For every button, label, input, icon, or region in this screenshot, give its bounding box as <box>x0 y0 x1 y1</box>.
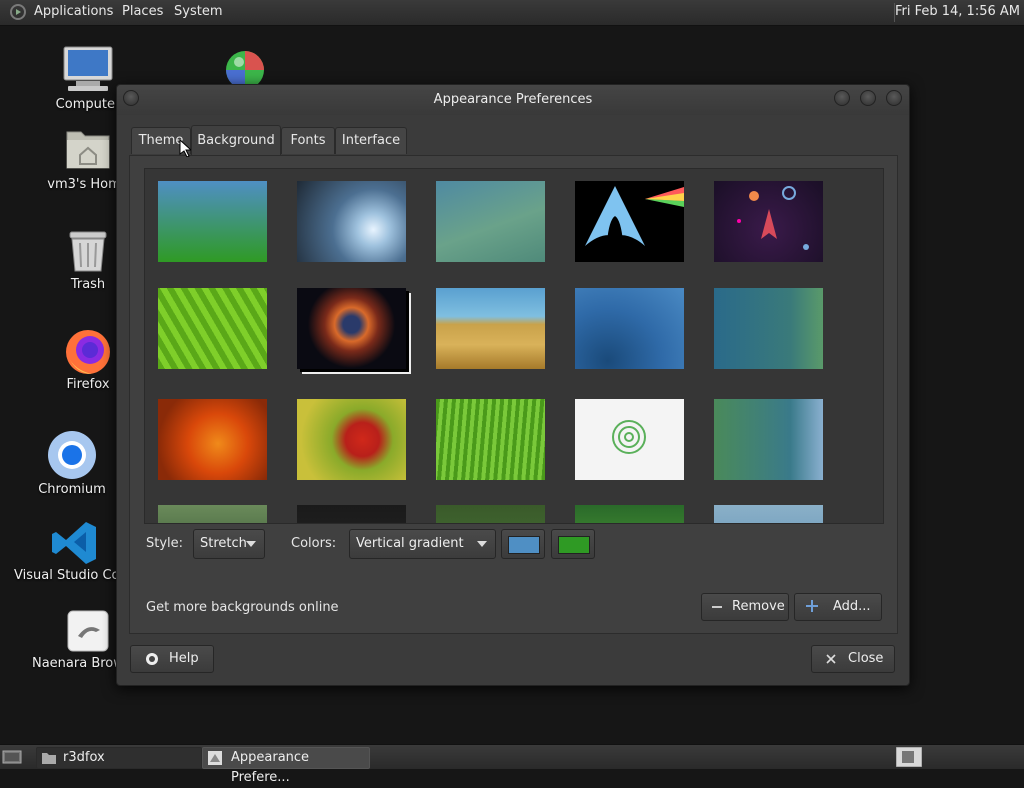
system-menu[interactable]: System <box>174 4 222 19</box>
wallpaper-thumbnail[interactable] <box>575 505 684 523</box>
help-button[interactable]: Help <box>130 645 214 673</box>
wallpaper-thumbnail[interactable] <box>575 399 684 480</box>
applications-menu[interactable]: Applications <box>34 4 113 19</box>
wallpaper-grid[interactable] <box>144 168 884 524</box>
wallpaper-thumbnail[interactable] <box>714 399 823 480</box>
wallpaper-scrollbar[interactable] <box>883 169 884 521</box>
show-desktop-icon[interactable] <box>2 749 22 765</box>
color-2-swatch <box>558 536 590 554</box>
remove-icon <box>712 606 722 608</box>
wallpaper-thumbnail[interactable] <box>714 288 823 369</box>
wallpaper-thumbnail[interactable] <box>436 181 545 262</box>
task-label: Appearance Prefere... <box>231 750 310 785</box>
tab-fonts[interactable]: Fonts <box>281 127 335 154</box>
add-icon-bar <box>806 605 818 607</box>
wallpaper-thumbnail-selected[interactable] <box>297 288 406 369</box>
chevron-down-icon <box>477 541 487 547</box>
arch-logo-icon <box>585 186 684 246</box>
style-dropdown[interactable]: Stretch <box>193 529 265 559</box>
space-scene-icon <box>737 186 809 250</box>
wallpaper-thumbnail[interactable] <box>158 181 267 262</box>
window-title: Appearance Preferences <box>433 92 593 107</box>
close-label: Close <box>848 651 884 666</box>
task-label: r3dfox <box>63 750 105 765</box>
tab-label: Theme <box>138 133 184 148</box>
ball-icon[interactable] <box>225 50 265 84</box>
scroll-up-icon <box>883 171 884 181</box>
more-backgrounds-link[interactable]: Get more backgrounds online <box>146 600 339 615</box>
top-panel: Applications Places System Fri Feb 14, 1… <box>0 0 1024 26</box>
add-button[interactable]: Add... <box>794 593 882 621</box>
help-label: Help <box>169 651 199 666</box>
bottom-panel: r3dfox Appearance Prefere... <box>0 744 1024 785</box>
style-value: Stretch <box>200 536 247 551</box>
style-label: Style: <box>146 536 184 551</box>
wallpaper-thumbnail[interactable] <box>436 288 545 369</box>
wallpaper-thumbnail[interactable] <box>158 399 267 480</box>
window-titlebar[interactable]: Appearance Preferences <box>117 85 909 115</box>
taskbar-item-appearance[interactable]: Appearance Prefere... <box>202 747 370 785</box>
spiral-logo-icon <box>612 420 646 454</box>
color-1-button[interactable] <box>501 529 545 559</box>
tab-background[interactable]: Background <box>191 125 281 156</box>
wallpaper-thumbnail[interactable] <box>714 181 823 262</box>
wallpaper-thumbnail[interactable] <box>297 505 406 523</box>
colors-dropdown[interactable]: Vertical gradient <box>349 529 496 559</box>
minimize-button[interactable] <box>834 90 850 106</box>
colors-label: Colors: <box>291 536 337 551</box>
distro-logo-icon[interactable] <box>10 4 26 20</box>
maximize-button[interactable] <box>860 90 876 106</box>
wallpaper-thumbnail[interactable] <box>436 505 545 523</box>
taskbar-item-r3dfox[interactable]: r3dfox <box>36 747 202 769</box>
colors-value: Vertical gradient <box>356 536 464 551</box>
close-window-button[interactable] <box>886 90 902 106</box>
add-label: Add... <box>833 599 871 614</box>
chevron-down-icon <box>246 541 256 547</box>
tab-label: Interface <box>341 133 401 148</box>
mouse-cursor-icon <box>179 139 191 157</box>
background-tab-panel: Style: Stretch Colors: Vertical gradient… <box>129 155 898 634</box>
appearance-icon <box>208 751 222 765</box>
clock[interactable]: Fri Feb 14, 1:56 AM <box>895 4 1020 19</box>
color-2-button[interactable] <box>551 529 595 559</box>
remove-button[interactable]: Remove <box>701 593 789 621</box>
wallpaper-thumbnail[interactable] <box>297 181 406 262</box>
scroll-down-icon <box>883 509 884 519</box>
workspace-switcher-icon[interactable] <box>896 747 922 767</box>
appearance-preferences-window: Appearance Preferences Theme Background … <box>116 84 910 686</box>
desktop-icon-chromium[interactable]: Chromium <box>12 430 132 498</box>
places-menu[interactable]: Places <box>122 4 163 19</box>
wallpaper-thumbnail[interactable] <box>436 399 545 480</box>
wallpaper-thumbnail[interactable] <box>714 505 823 523</box>
wallpaper-thumbnail[interactable] <box>158 505 267 523</box>
remove-label: Remove <box>732 599 785 614</box>
tab-interface[interactable]: Interface <box>335 127 407 154</box>
folder-icon <box>42 753 56 764</box>
wallpaper-thumbnail[interactable] <box>297 399 406 480</box>
close-icon <box>826 654 836 664</box>
close-button[interactable]: Close <box>811 645 895 673</box>
color-1-swatch <box>508 536 540 554</box>
wallpaper-thumbnail[interactable] <box>158 288 267 369</box>
help-lifebuoy-icon <box>146 653 158 665</box>
wallpaper-thumbnail[interactable] <box>575 288 684 369</box>
wallpaper-thumbnail[interactable] <box>575 181 684 262</box>
tab-label: Background <box>197 133 275 148</box>
chromium-icon <box>48 431 96 479</box>
desktop-icon-label: Chromium <box>38 482 106 497</box>
tab-label: Fonts <box>290 133 326 148</box>
